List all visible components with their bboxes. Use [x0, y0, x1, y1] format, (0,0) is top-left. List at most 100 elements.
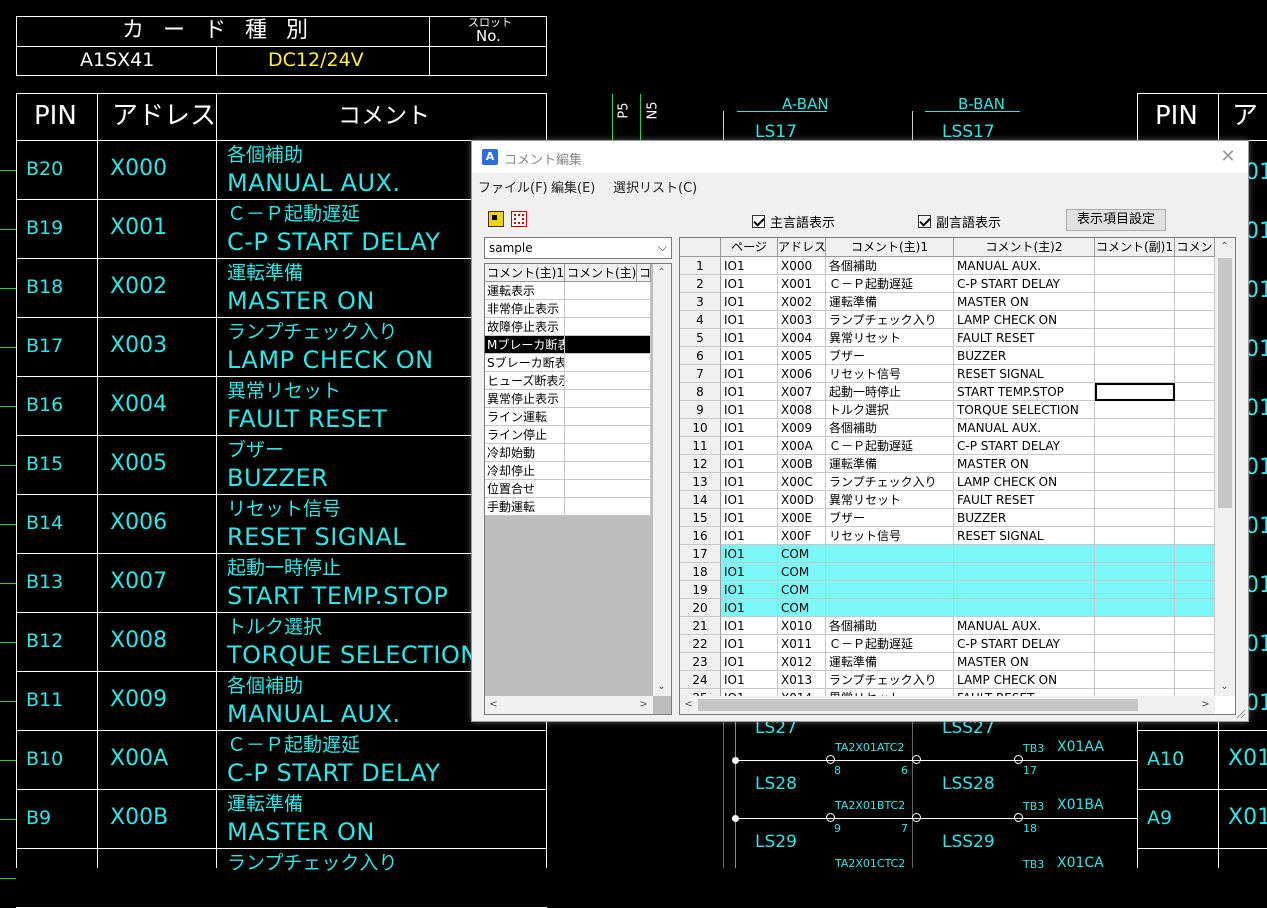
- comment-extra-cell[interactable]: [1175, 401, 1215, 419]
- list-item[interactable]: ライン停止: [485, 426, 565, 444]
- row-number[interactable]: 13: [680, 473, 721, 491]
- row-number[interactable]: 9: [680, 401, 721, 419]
- comment-main2-cell[interactable]: LAMP CHECK ON: [954, 311, 1095, 329]
- comment-main1-cell[interactable]: 各個補助: [826, 419, 954, 437]
- comment-main2-cell[interactable]: LAMP CHECK ON: [954, 671, 1095, 689]
- list-item-cell[interactable]: [565, 498, 651, 516]
- left-horizontal-scrollbar[interactable]: < >: [485, 696, 653, 714]
- address-cell[interactable]: X008: [778, 401, 826, 419]
- page-cell[interactable]: IO1: [721, 329, 778, 347]
- page-cell[interactable]: IO1: [721, 653, 778, 671]
- address-cell[interactable]: X00E: [778, 509, 826, 527]
- comment-main1-cell[interactable]: 運転準備: [826, 455, 954, 473]
- comment-extra-cell[interactable]: [1175, 329, 1215, 347]
- address-cell[interactable]: COM: [778, 599, 826, 617]
- yellow-tool-icon[interactable]: [488, 211, 504, 227]
- row-number[interactable]: 19: [680, 581, 721, 599]
- comment-main2-cell[interactable]: MASTER ON: [954, 455, 1095, 473]
- list-item-cell[interactable]: [565, 462, 651, 480]
- list-item-cell[interactable]: [565, 282, 651, 300]
- comment-main1-cell[interactable]: [826, 581, 954, 599]
- list-item-cell[interactable]: [565, 300, 651, 318]
- comment-extra-cell[interactable]: [1175, 671, 1215, 689]
- address-cell[interactable]: X004: [778, 329, 826, 347]
- comment-main2-cell[interactable]: BUZZER: [954, 509, 1095, 527]
- comment-sub1-cell[interactable]: [1095, 437, 1175, 455]
- page-cell[interactable]: IO1: [721, 527, 778, 545]
- arrow-down-icon[interactable]: ⌄: [1216, 678, 1233, 695]
- display-settings-button[interactable]: 表示項目設定: [1066, 209, 1166, 231]
- comment-sub1-cell[interactable]: [1095, 293, 1175, 311]
- arrow-left-icon[interactable]: <: [485, 696, 502, 713]
- grid-column-header[interactable]: アドレス: [778, 238, 826, 257]
- vertical-scroll-thumb[interactable]: [1218, 258, 1232, 508]
- row-number[interactable]: 10: [680, 419, 721, 437]
- comment-main2-cell[interactable]: RESET SIGNAL: [954, 527, 1095, 545]
- comment-sub1-cell[interactable]: [1095, 383, 1175, 401]
- address-cell[interactable]: X002: [778, 293, 826, 311]
- row-number[interactable]: 12: [680, 455, 721, 473]
- comment-main2-cell[interactable]: START TEMP.STOP: [954, 383, 1095, 401]
- comment-grid[interactable]: ページ アドレス コメント(主)1 コメント(主)2 コメント(副)1 コメン 1 IO1 X0…: [679, 237, 1236, 715]
- page-cell[interactable]: IO1: [721, 545, 778, 563]
- comment-main2-cell[interactable]: BUZZER: [954, 347, 1095, 365]
- comment-main1-cell[interactable]: ブザー: [826, 347, 954, 365]
- page-cell[interactable]: IO1: [721, 275, 778, 293]
- grid-column-header[interactable]: コメン: [1175, 238, 1215, 257]
- address-cell[interactable]: X006: [778, 365, 826, 383]
- address-cell[interactable]: X003: [778, 311, 826, 329]
- comment-extra-cell[interactable]: [1175, 257, 1215, 275]
- address-cell[interactable]: X012: [778, 653, 826, 671]
- row-number[interactable]: 2: [680, 275, 721, 293]
- comment-extra-cell[interactable]: [1175, 527, 1215, 545]
- row-number[interactable]: 21: [680, 617, 721, 635]
- grid-column-header[interactable]: コメント(主)2: [954, 238, 1095, 257]
- page-cell[interactable]: IO1: [721, 257, 778, 275]
- page-cell[interactable]: IO1: [721, 365, 778, 383]
- row-number[interactable]: 17: [680, 545, 721, 563]
- comment-sub1-cell[interactable]: [1095, 257, 1175, 275]
- comment-main2-cell[interactable]: MASTER ON: [954, 293, 1095, 311]
- selection-list-grid[interactable]: コメント(主)1コメント(主)2コ運転表示非常停止表示故障停止表示Mブレーカ断表…: [484, 263, 672, 715]
- comment-main1-cell[interactable]: Ｃ－Ｐ起動遅延: [826, 437, 954, 455]
- page-cell[interactable]: IO1: [721, 671, 778, 689]
- main-language-checkbox[interactable]: 主言語表示: [752, 212, 835, 231]
- row-number[interactable]: 18: [680, 563, 721, 581]
- comment-extra-cell[interactable]: [1175, 581, 1215, 599]
- row-number[interactable]: 11: [680, 437, 721, 455]
- left-column-header[interactable]: コメント(主)2: [565, 264, 637, 282]
- address-cell[interactable]: X011: [778, 635, 826, 653]
- row-number[interactable]: 3: [680, 293, 721, 311]
- row-number[interactable]: 23: [680, 653, 721, 671]
- row-number[interactable]: 1: [680, 257, 721, 275]
- sub-language-checkbox[interactable]: 副言語表示: [918, 212, 1001, 231]
- grid-horizontal-scrollbar[interactable]: < >: [680, 696, 1215, 714]
- list-item[interactable]: 非常停止表示: [485, 300, 565, 318]
- dialog-titlebar[interactable]: A コメント編集 ✕: [472, 141, 1248, 173]
- arrow-down-icon[interactable]: ⌄: [653, 678, 670, 695]
- comment-main2-cell[interactable]: C-P START DELAY: [954, 635, 1095, 653]
- page-cell[interactable]: IO1: [721, 473, 778, 491]
- comment-sub1-cell[interactable]: [1095, 635, 1175, 653]
- comment-main2-cell[interactable]: TORQUE SELECTION: [954, 401, 1095, 419]
- address-cell[interactable]: COM: [778, 581, 826, 599]
- row-number[interactable]: 8: [680, 383, 721, 401]
- page-cell[interactable]: IO1: [721, 437, 778, 455]
- menu-edit[interactable]: 編集(E): [551, 177, 595, 196]
- horizontal-scroll-thumb[interactable]: [698, 699, 1138, 711]
- list-item[interactable]: 運転表示: [485, 282, 565, 300]
- address-cell[interactable]: X013: [778, 671, 826, 689]
- page-cell[interactable]: IO1: [721, 509, 778, 527]
- row-number[interactable]: 14: [680, 491, 721, 509]
- comment-main1-cell[interactable]: 各個補助: [826, 617, 954, 635]
- comment-main1-cell[interactable]: Ｃ－Ｐ起動遅延: [826, 635, 954, 653]
- menu-select-list[interactable]: 選択リスト(C): [613, 177, 697, 196]
- grid-column-header[interactable]: コメント(主)1: [826, 238, 954, 257]
- comment-main1-cell[interactable]: ランプチェック入り: [826, 311, 954, 329]
- comment-sub1-cell[interactable]: [1095, 401, 1175, 419]
- comment-sub1-cell[interactable]: [1095, 347, 1175, 365]
- comment-main1-cell[interactable]: 運転準備: [826, 293, 954, 311]
- arrow-up-icon[interactable]: ⌃: [653, 264, 670, 281]
- comment-main2-cell[interactable]: RESET SIGNAL: [954, 365, 1095, 383]
- list-item[interactable]: Mブレーカ断表示: [485, 336, 565, 354]
